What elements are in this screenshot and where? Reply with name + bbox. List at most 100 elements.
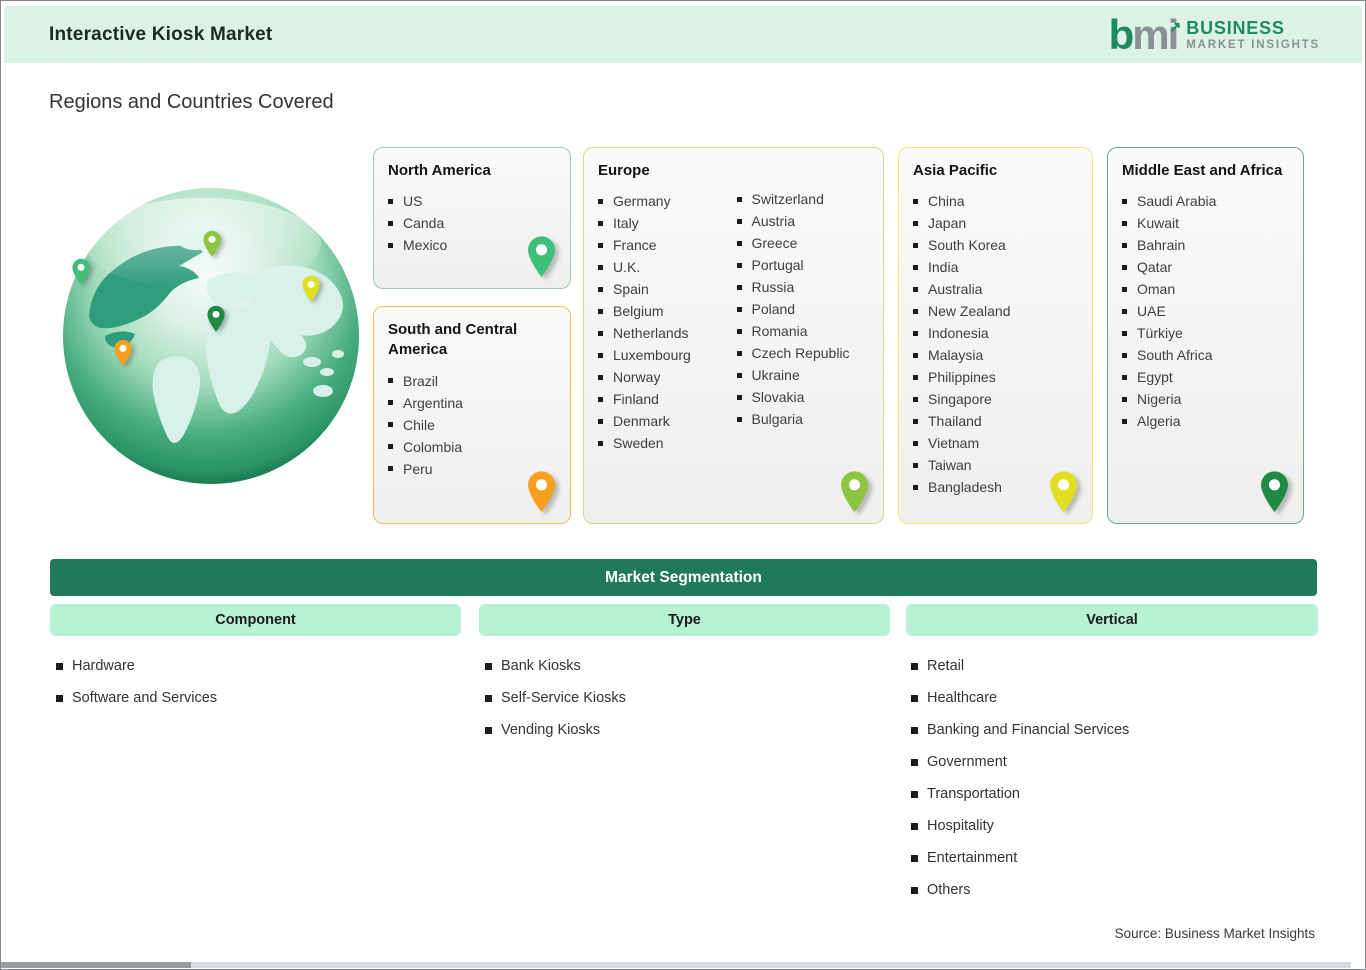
bullet-square-icon [911, 822, 918, 830]
segmentation-header-type: Type [479, 604, 890, 636]
world-globe-illustration [61, 186, 361, 486]
segment-item: Software and Services [56, 688, 217, 708]
bullet-square-icon [736, 394, 742, 400]
bullet-square-icon [1122, 220, 1127, 226]
country-label: South Korea [928, 237, 1006, 254]
brand-name-line2: MARKET INSIGHTS [1186, 38, 1320, 51]
country-label: Spain [613, 281, 649, 298]
brand-name: BUSINESS MARKET INSIGHTS [1186, 18, 1320, 52]
bullet-square-icon [736, 218, 742, 224]
country-label: Ukraine [751, 367, 800, 384]
bullet-square-icon [736, 372, 742, 378]
bullet-square-icon [736, 262, 742, 268]
bullet-square-icon [1122, 352, 1127, 358]
country-label: Belgium [613, 303, 664, 320]
bullet-square-icon [913, 484, 918, 490]
country-item: Ukraine [736, 364, 870, 386]
country-label: U.K. [613, 259, 641, 276]
bullet-square-icon [736, 416, 742, 422]
country-item: Austria [736, 210, 870, 232]
country-label: South Africa [1137, 347, 1213, 364]
country-item: China [913, 190, 1078, 212]
country-label: New Zealand [928, 303, 1011, 320]
country-label: Portugal [751, 257, 804, 274]
map-pin-icon [1050, 471, 1077, 513]
globe-pin-europe-icon [203, 230, 221, 257]
region-card-asia-pacific: Asia Pacific China Japan South Korea India A… [898, 147, 1093, 524]
country-list: Brazil Argentina Chile Colombia Peru [388, 370, 556, 480]
bullet-square-icon [913, 396, 918, 402]
country-label: Austria [751, 213, 796, 230]
country-item: France [598, 234, 731, 256]
bullet-square-icon [388, 400, 393, 405]
country-item: New Zealand [913, 300, 1078, 322]
segment-item: Transportation [911, 784, 1129, 804]
bullet-square-icon [1122, 242, 1127, 248]
country-item: Greece [736, 232, 870, 254]
bullet-square-icon [1122, 396, 1127, 402]
bullet-square-icon [598, 220, 603, 226]
country-item: Indonesia [913, 322, 1078, 344]
source-attribution: Source: Business Market Insights [1114, 926, 1315, 941]
country-item: U.K. [598, 256, 731, 278]
bullet-square-icon [913, 220, 918, 226]
country-item: India [913, 256, 1078, 278]
segment-label: Software and Services [72, 690, 218, 706]
horizontal-scrollbar[interactable] [1, 962, 1351, 968]
bullet-square-icon [1122, 286, 1127, 292]
country-label: Indonesia [928, 325, 989, 342]
bullet-square-icon [913, 330, 918, 336]
bullet-square-icon [736, 196, 742, 202]
country-label: China [928, 193, 965, 210]
country-item: Türkiye [1122, 322, 1289, 344]
country-item: Finland [598, 388, 731, 410]
region-title: North America [388, 162, 491, 179]
bullet-square-icon [388, 422, 393, 427]
bullet-square-icon [598, 440, 603, 446]
country-item: Canda [388, 212, 556, 234]
country-item: Australia [913, 278, 1078, 300]
bullet-square-icon [598, 396, 603, 402]
segment-label: Others [927, 882, 971, 898]
bullet-square-icon [598, 418, 603, 424]
segment-label: Transportation [927, 786, 1020, 802]
segment-label: Self-Service Kiosks [501, 690, 626, 706]
segmentation-header-component: Component [50, 604, 461, 636]
segment-label: Government [927, 754, 1007, 770]
country-label: Italy [613, 215, 639, 232]
segment-item: Bank Kiosks [485, 656, 626, 676]
country-item: South Korea [913, 234, 1078, 256]
country-label: Switzerland [751, 191, 824, 208]
segmentation-list-type: Bank Kiosks Self-Service Kiosks Vending Ki… [485, 656, 626, 752]
country-label: Russia [751, 279, 795, 296]
section-title: Regions and Countries Covered [49, 91, 334, 113]
bullet-square-icon [388, 378, 393, 383]
country-item: UAE [1122, 300, 1289, 322]
country-label: Colombia [403, 438, 463, 455]
scrollbar-thumb[interactable] [1, 962, 191, 968]
segment-label: Bank Kiosks [501, 658, 581, 674]
bullet-square-icon [485, 662, 492, 670]
bullet-square-icon [1122, 264, 1127, 270]
segment-label: Retail [927, 658, 965, 674]
bullet-square-icon [598, 198, 603, 204]
country-label: Qatar [1137, 259, 1173, 276]
bullet-square-icon [913, 242, 918, 248]
bullet-square-icon [913, 198, 918, 204]
segment-item: Hardware [56, 656, 217, 676]
segment-item: Healthcare [911, 688, 1129, 708]
country-label: Oman [1137, 281, 1176, 298]
bullet-square-icon [736, 284, 742, 290]
country-label: Poland [751, 301, 796, 318]
country-label: Vietnam [928, 435, 980, 452]
country-label: Kuwait [1137, 215, 1180, 232]
region-title: Middle East and Africa [1122, 162, 1283, 179]
country-item: Sweden [598, 432, 731, 454]
country-label: Singapore [928, 391, 992, 408]
region-title: South and Central America [388, 321, 518, 359]
country-item: Argentina [388, 392, 556, 414]
brand-logo: bmi ↗ BUSINESS MARKET INSIGHTS [1109, 13, 1320, 57]
bullet-square-icon [913, 308, 918, 314]
segment-label: Entertainment [927, 850, 1018, 866]
segment-item: Others [911, 880, 1129, 900]
